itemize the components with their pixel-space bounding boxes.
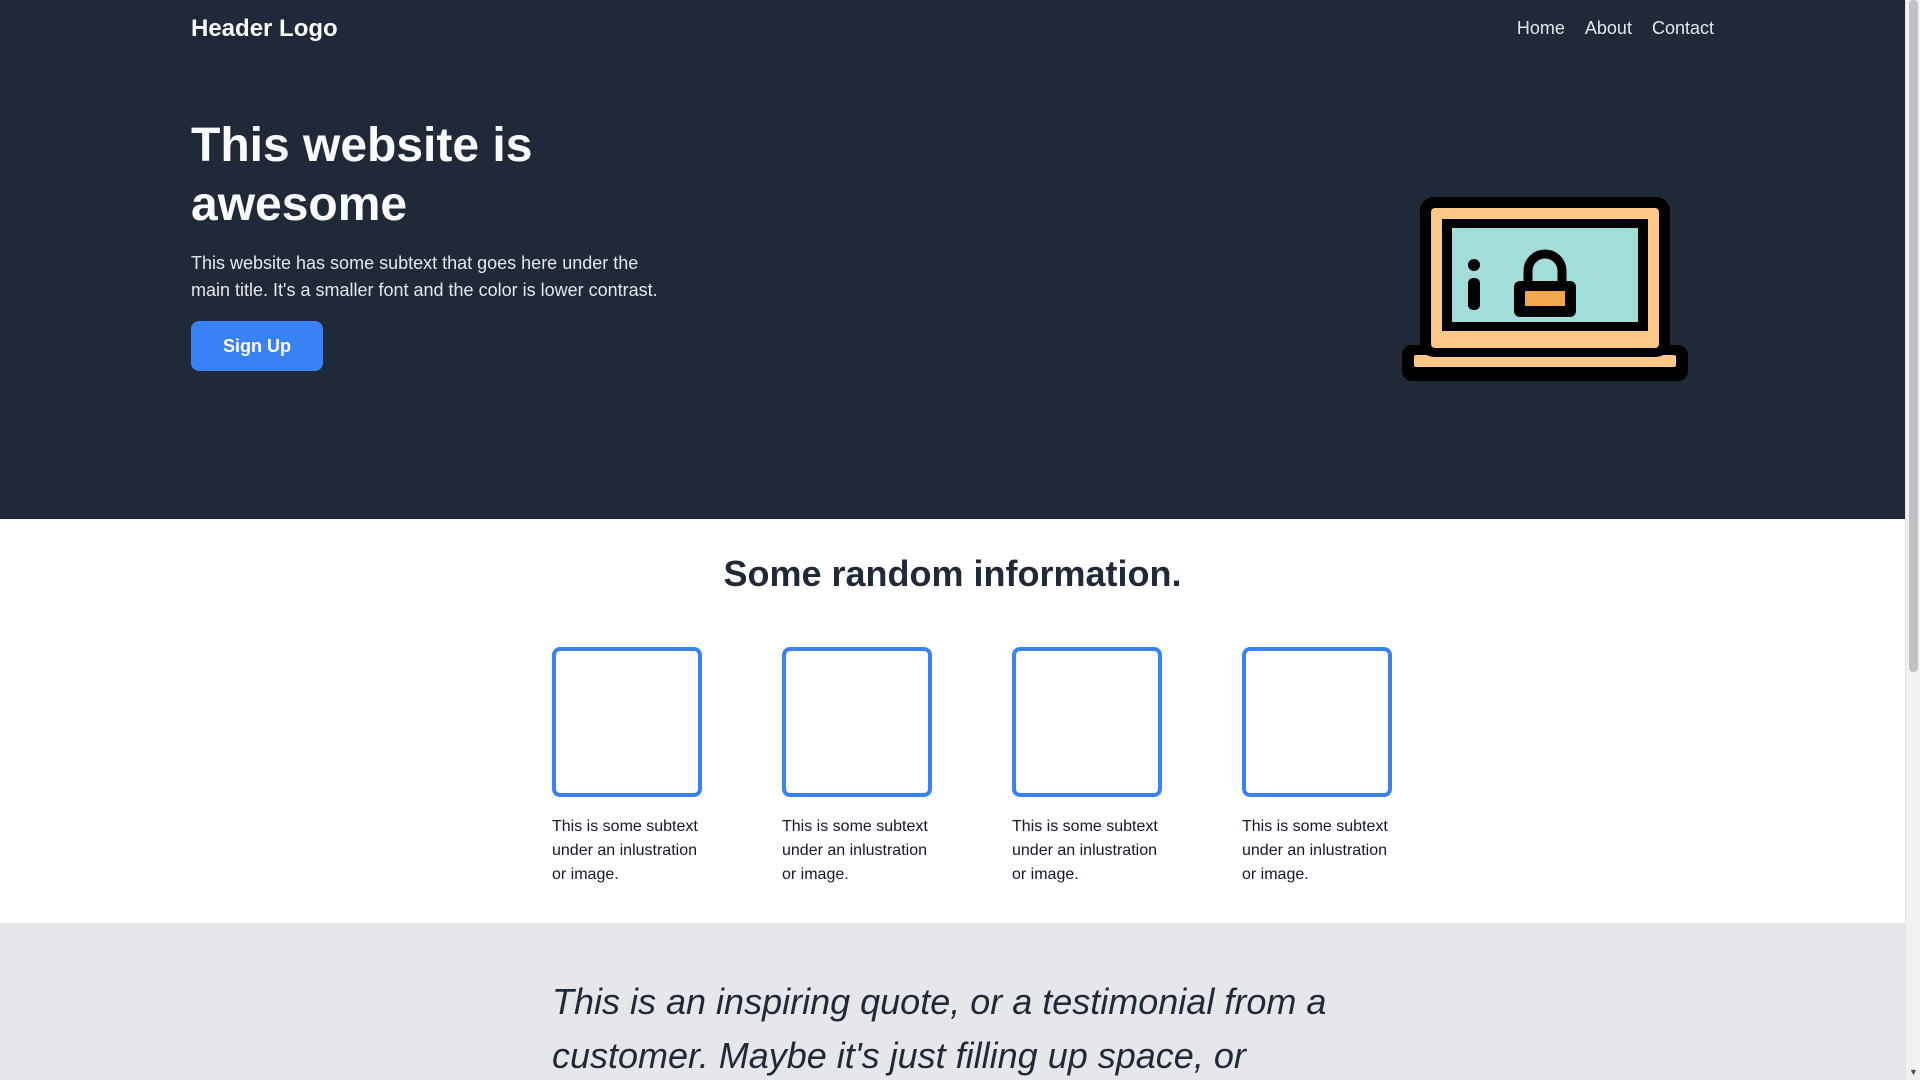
- card-subtext: This is some subtext under an inlustrati…: [782, 818, 928, 883]
- sign-up-button[interactable]: Sign Up: [191, 321, 323, 371]
- illustration-placeholder: [552, 647, 702, 797]
- nav-link-contact[interactable]: Contact: [1652, 18, 1714, 39]
- header-logo[interactable]: Header Logo: [191, 15, 338, 43]
- info-cards: This is some subtext under an inlustrati…: [552, 647, 1392, 887]
- info-card: This is some subtext under an inlustrati…: [552, 647, 702, 887]
- info-section: Some random information. This is some su…: [0, 519, 1905, 923]
- nav-link-about[interactable]: About: [1585, 18, 1632, 39]
- info-card: This is some subtext under an inlustrati…: [782, 647, 932, 887]
- illustration-placeholder: [1242, 647, 1392, 797]
- illustration-placeholder: [1012, 647, 1162, 797]
- quote-text: This is an inspiring quote, or a testimo…: [552, 981, 1327, 1076]
- nav-link-home[interactable]: Home: [1517, 18, 1565, 39]
- scroll-down-arrow-icon[interactable]: ▼: [1906, 1065, 1920, 1080]
- card-subtext: This is some subtext under an inlustrati…: [1242, 818, 1388, 883]
- laptop-lock-icon: [1402, 197, 1688, 381]
- vertical-scrollbar[interactable]: ▼: [1905, 0, 1920, 1080]
- illustration-placeholder: [782, 647, 932, 797]
- scrollbar-thumb[interactable]: [1909, 0, 1918, 672]
- hero-title: This website is awesome: [191, 119, 533, 231]
- hero-text-block: This website is awesome This website has…: [191, 116, 661, 371]
- card-subtext: This is some subtext under an inlustrati…: [1012, 818, 1158, 883]
- page: Header Logo Home About Contact This webs…: [0, 0, 1905, 1080]
- info-title: Some random information.: [723, 553, 1182, 594]
- header-nav: Home About Contact: [1517, 18, 1714, 39]
- hero-subtext: This website has some subtext that goes …: [191, 253, 658, 300]
- quote-section: This is an inspiring quote, or a testimo…: [0, 923, 1905, 1080]
- info-card: This is some subtext under an inlustrati…: [1012, 647, 1162, 887]
- card-subtext: This is some subtext under an inlustrati…: [552, 818, 698, 883]
- info-card: This is some subtext under an inlustrati…: [1242, 647, 1392, 887]
- hero-section: Header Logo Home About Contact This webs…: [0, 0, 1905, 519]
